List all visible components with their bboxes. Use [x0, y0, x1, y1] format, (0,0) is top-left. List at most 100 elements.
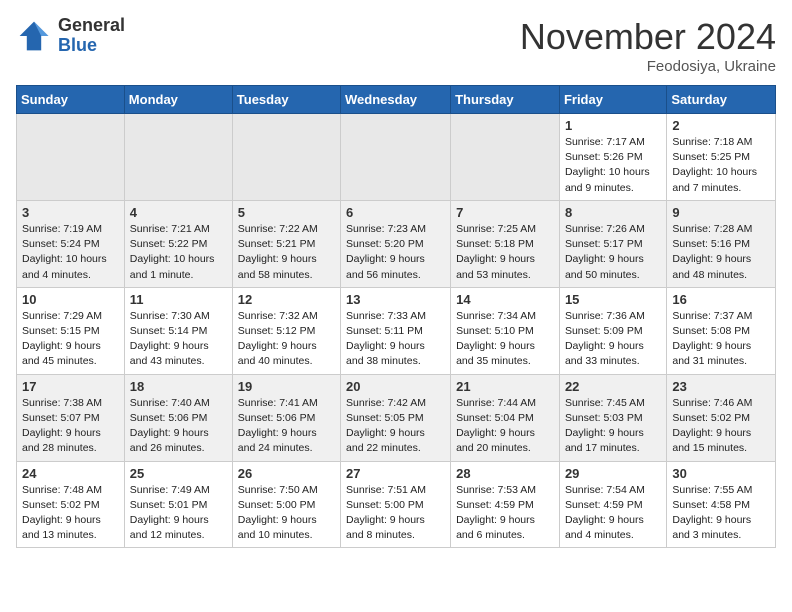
- day-number: 17: [22, 379, 119, 394]
- calendar-cell: 14Sunrise: 7:34 AM Sunset: 5:10 PM Dayli…: [451, 287, 560, 374]
- day-number: 26: [238, 466, 335, 481]
- day-info: Sunrise: 7:42 AM Sunset: 5:05 PM Dayligh…: [346, 396, 445, 457]
- day-number: 16: [672, 292, 770, 307]
- logo-icon: [16, 18, 52, 54]
- calendar-cell: [17, 114, 125, 201]
- day-info: Sunrise: 7:46 AM Sunset: 5:02 PM Dayligh…: [672, 396, 770, 457]
- day-info: Sunrise: 7:17 AM Sunset: 5:26 PM Dayligh…: [565, 135, 661, 196]
- day-info: Sunrise: 7:38 AM Sunset: 5:07 PM Dayligh…: [22, 396, 119, 457]
- calendar-table: SundayMondayTuesdayWednesdayThursdayFrid…: [16, 85, 776, 548]
- day-number: 6: [346, 205, 445, 220]
- day-info: Sunrise: 7:36 AM Sunset: 5:09 PM Dayligh…: [565, 309, 661, 370]
- calendar-cell: [341, 114, 451, 201]
- calendar-cell: 22 Sunrise: 7:45 AM Sunset: 5:03 PM Dayli…: [559, 374, 666, 461]
- weekday-header-monday: Monday: [124, 86, 232, 114]
- day-number: 23: [672, 379, 770, 394]
- weekday-header-tuesday: Tuesday: [232, 86, 340, 114]
- day-info: Sunrise: 7:32 AM Sunset: 5:12 PM Dayligh…: [238, 309, 335, 370]
- day-number: 2: [672, 118, 770, 133]
- calendar-cell: 10 Sunrise: 7:29 AM Sunset: 5:15 PM Dayli…: [17, 287, 125, 374]
- day-info: Sunrise: 7:53 AM Sunset: 4:59 PM Dayligh…: [456, 483, 554, 544]
- logo: General Blue: [16, 16, 125, 56]
- calendar-cell: 12Sunrise: 7:32 AM Sunset: 5:12 PM Dayli…: [232, 287, 340, 374]
- day-number: 28: [456, 466, 554, 481]
- calendar-cell: 25 Sunrise: 7:49 AM Sunset: 5:01 PM Dayli…: [124, 461, 232, 548]
- day-info: Sunrise: 7:34 AM Sunset: 5:10 PM Dayligh…: [456, 309, 554, 370]
- day-number: 9: [672, 205, 770, 220]
- day-info: Sunrise: 7:49 AM Sunset: 5:01 PM Dayligh…: [130, 483, 227, 544]
- day-number: 21: [456, 379, 554, 394]
- calendar-cell: 26 Sunrise: 7:50 AM Sunset: 5:00 PM Dayli…: [232, 461, 340, 548]
- weekday-header-wednesday: Wednesday: [341, 86, 451, 114]
- day-number: 27: [346, 466, 445, 481]
- calendar-cell: 1 Sunrise: 7:17 AM Sunset: 5:26 PM Daylig…: [559, 114, 666, 201]
- weekday-header-friday: Friday: [559, 86, 666, 114]
- calendar-cell: 11 Sunrise: 7:30 AM Sunset: 5:14 PM Dayli…: [124, 287, 232, 374]
- calendar-cell: 16 Sunrise: 7:37 AM Sunset: 5:08 PM Dayli…: [667, 287, 776, 374]
- calendar-cell: [451, 114, 560, 201]
- day-number: 25: [130, 466, 227, 481]
- calendar-cell: 21 Sunrise: 7:44 AM Sunset: 5:04 PM Dayli…: [451, 374, 560, 461]
- week-row-5: 24 Sunrise: 7:48 AM Sunset: 5:02 PM Dayli…: [17, 461, 776, 548]
- calendar-cell: 29Sunrise: 7:54 AM Sunset: 4:59 PM Dayli…: [559, 461, 666, 548]
- calendar-cell: 2 Sunrise: 7:18 AM Sunset: 5:25 PM Daylig…: [667, 114, 776, 201]
- day-number: 29: [565, 466, 661, 481]
- day-number: 10: [22, 292, 119, 307]
- calendar-cell: 19Sunrise: 7:41 AM Sunset: 5:06 PM Dayli…: [232, 374, 340, 461]
- calendar-cell: 23 Sunrise: 7:46 AM Sunset: 5:02 PM Dayli…: [667, 374, 776, 461]
- weekday-header-thursday: Thursday: [451, 86, 560, 114]
- day-info: Sunrise: 7:25 AM Sunset: 5:18 PM Dayligh…: [456, 222, 554, 283]
- calendar-cell: 27 Sunrise: 7:51 AM Sunset: 5:00 PM Dayli…: [341, 461, 451, 548]
- day-number: 24: [22, 466, 119, 481]
- day-info: Sunrise: 7:21 AM Sunset: 5:22 PM Dayligh…: [130, 222, 227, 283]
- day-info: Sunrise: 7:55 AM Sunset: 4:58 PM Dayligh…: [672, 483, 770, 544]
- day-number: 19: [238, 379, 335, 394]
- calendar-cell: [124, 114, 232, 201]
- weekday-header-sunday: Sunday: [17, 86, 125, 114]
- calendar-cell: 20 Sunrise: 7:42 AM Sunset: 5:05 PM Dayli…: [341, 374, 451, 461]
- calendar-cell: 17 Sunrise: 7:38 AM Sunset: 5:07 PM Dayli…: [17, 374, 125, 461]
- weekday-header-row: SundayMondayTuesdayWednesdayThursdayFrid…: [17, 86, 776, 114]
- calendar-cell: 5 Sunrise: 7:22 AM Sunset: 5:21 PM Daylig…: [232, 200, 340, 287]
- week-row-4: 17 Sunrise: 7:38 AM Sunset: 5:07 PM Dayli…: [17, 374, 776, 461]
- day-number: 11: [130, 292, 227, 307]
- calendar-cell: [232, 114, 340, 201]
- day-number: 5: [238, 205, 335, 220]
- header: General Blue November 2024 Feodosiya, Uk…: [16, 16, 776, 75]
- day-info: Sunrise: 7:22 AM Sunset: 5:21 PM Dayligh…: [238, 222, 335, 283]
- calendar-cell: 18 Sunrise: 7:40 AM Sunset: 5:06 PM Dayli…: [124, 374, 232, 461]
- day-info: Sunrise: 7:44 AM Sunset: 5:04 PM Dayligh…: [456, 396, 554, 457]
- calendar-cell: 3Sunrise: 7:19 AM Sunset: 5:24 PM Daylig…: [17, 200, 125, 287]
- week-row-1: 1 Sunrise: 7:17 AM Sunset: 5:26 PM Daylig…: [17, 114, 776, 201]
- calendar-cell: 24 Sunrise: 7:48 AM Sunset: 5:02 PM Dayli…: [17, 461, 125, 548]
- day-info: Sunrise: 7:30 AM Sunset: 5:14 PM Dayligh…: [130, 309, 227, 370]
- day-number: 20: [346, 379, 445, 394]
- day-info: Sunrise: 7:29 AM Sunset: 5:15 PM Dayligh…: [22, 309, 119, 370]
- day-number: 18: [130, 379, 227, 394]
- calendar-cell: 30 Sunrise: 7:55 AM Sunset: 4:58 PM Dayli…: [667, 461, 776, 548]
- day-number: 8: [565, 205, 661, 220]
- day-info: Sunrise: 7:23 AM Sunset: 5:20 PM Dayligh…: [346, 222, 445, 283]
- day-info: Sunrise: 7:18 AM Sunset: 5:25 PM Dayligh…: [672, 135, 770, 196]
- day-info: Sunrise: 7:28 AM Sunset: 5:16 PM Dayligh…: [672, 222, 770, 283]
- day-number: 30: [672, 466, 770, 481]
- day-info: Sunrise: 7:51 AM Sunset: 5:00 PM Dayligh…: [346, 483, 445, 544]
- calendar-cell: 4 Sunrise: 7:21 AM Sunset: 5:22 PM Daylig…: [124, 200, 232, 287]
- day-number: 1: [565, 118, 661, 133]
- day-info: Sunrise: 7:50 AM Sunset: 5:00 PM Dayligh…: [238, 483, 335, 544]
- day-info: Sunrise: 7:37 AM Sunset: 5:08 PM Dayligh…: [672, 309, 770, 370]
- day-number: 4: [130, 205, 227, 220]
- calendar-cell: 13Sunrise: 7:33 AM Sunset: 5:11 PM Dayli…: [341, 287, 451, 374]
- calendar-cell: 6 Sunrise: 7:23 AM Sunset: 5:20 PM Daylig…: [341, 200, 451, 287]
- logo-general-text: General: [58, 16, 125, 36]
- day-info: Sunrise: 7:33 AM Sunset: 5:11 PM Dayligh…: [346, 309, 445, 370]
- title-block: November 2024 Feodosiya, Ukraine: [520, 16, 776, 75]
- day-number: 22: [565, 379, 661, 394]
- calendar-cell: 9 Sunrise: 7:28 AM Sunset: 5:16 PM Daylig…: [667, 200, 776, 287]
- day-info: Sunrise: 7:19 AM Sunset: 5:24 PM Dayligh…: [22, 222, 119, 283]
- day-info: Sunrise: 7:48 AM Sunset: 5:02 PM Dayligh…: [22, 483, 119, 544]
- page: General Blue November 2024 Feodosiya, Uk…: [0, 0, 792, 564]
- day-info: Sunrise: 7:40 AM Sunset: 5:06 PM Dayligh…: [130, 396, 227, 457]
- day-info: Sunrise: 7:45 AM Sunset: 5:03 PM Dayligh…: [565, 396, 661, 457]
- calendar-cell: 7Sunrise: 7:25 AM Sunset: 5:18 PM Daylig…: [451, 200, 560, 287]
